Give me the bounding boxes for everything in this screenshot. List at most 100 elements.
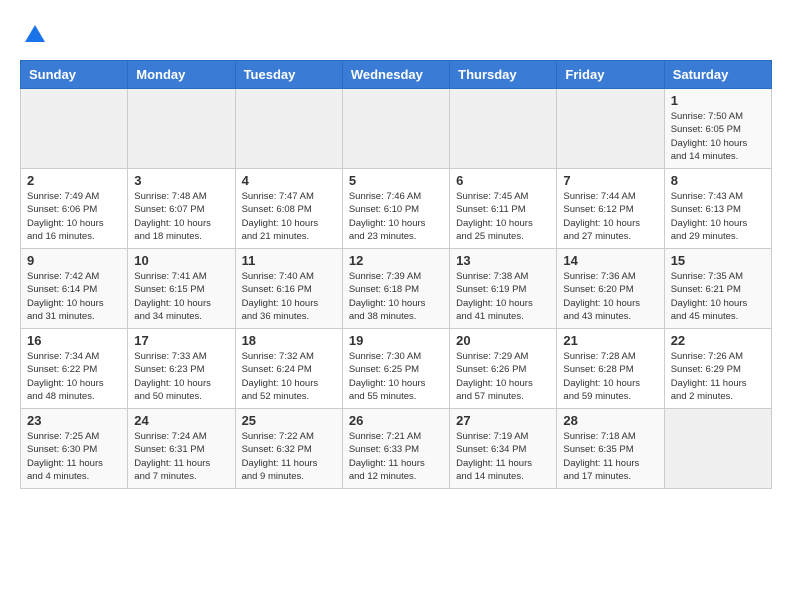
day-number: 12 — [349, 253, 443, 268]
calendar-cell: 2 Sunrise: 7:49 AM Sunset: 6:06 PM Daylig… — [21, 169, 128, 249]
logo — [20, 20, 52, 50]
weekday-header-row: SundayMondayTuesdayWednesdayThursdayFrid… — [21, 61, 772, 89]
calendar-cell: 11 Sunrise: 7:40 AM Sunset: 6:16 PM Dayli… — [235, 249, 342, 329]
day-number: 11 — [242, 253, 336, 268]
day-number: 8 — [671, 173, 765, 188]
day-info: Sunrise: 7:26 AM Sunset: 6:29 PM Dayligh… — [671, 350, 765, 403]
calendar-cell: 27 Sunrise: 7:19 AM Sunset: 6:34 PM Dayli… — [450, 409, 557, 489]
calendar-cell: 13 Sunrise: 7:38 AM Sunset: 6:19 PM Dayli… — [450, 249, 557, 329]
day-number: 21 — [563, 333, 657, 348]
logo-icon — [20, 20, 50, 50]
calendar-cell: 21 Sunrise: 7:28 AM Sunset: 6:28 PM Dayli… — [557, 329, 664, 409]
calendar-cell — [21, 89, 128, 169]
weekday-header-saturday: Saturday — [664, 61, 771, 89]
calendar-cell: 7 Sunrise: 7:44 AM Sunset: 6:12 PM Daylig… — [557, 169, 664, 249]
day-number: 3 — [134, 173, 228, 188]
calendar-cell: 22 Sunrise: 7:26 AM Sunset: 6:29 PM Dayli… — [664, 329, 771, 409]
day-info: Sunrise: 7:44 AM Sunset: 6:12 PM Dayligh… — [563, 190, 657, 243]
calendar-cell: 26 Sunrise: 7:21 AM Sunset: 6:33 PM Dayli… — [342, 409, 449, 489]
day-info: Sunrise: 7:34 AM Sunset: 6:22 PM Dayligh… — [27, 350, 121, 403]
day-info: Sunrise: 7:49 AM Sunset: 6:06 PM Dayligh… — [27, 190, 121, 243]
day-info: Sunrise: 7:24 AM Sunset: 6:31 PM Dayligh… — [134, 430, 228, 483]
calendar-cell — [664, 409, 771, 489]
calendar-cell: 16 Sunrise: 7:34 AM Sunset: 6:22 PM Dayli… — [21, 329, 128, 409]
calendar-cell: 19Sunrise: 7:30 AM Sunset: 6:25 PM Dayli… — [342, 329, 449, 409]
day-info: Sunrise: 7:33 AM Sunset: 6:23 PM Dayligh… — [134, 350, 228, 403]
calendar-cell: 6 Sunrise: 7:45 AM Sunset: 6:11 PM Daylig… — [450, 169, 557, 249]
calendar-cell — [450, 89, 557, 169]
weekday-header-monday: Monday — [128, 61, 235, 89]
weekday-header-thursday: Thursday — [450, 61, 557, 89]
calendar-cell: 28Sunrise: 7:18 AM Sunset: 6:35 PM Dayli… — [557, 409, 664, 489]
day-number: 26 — [349, 413, 443, 428]
day-info: Sunrise: 7:45 AM Sunset: 6:11 PM Dayligh… — [456, 190, 550, 243]
calendar-table: SundayMondayTuesdayWednesdayThursdayFrid… — [20, 60, 772, 489]
day-number: 9 — [27, 253, 121, 268]
day-number: 18 — [242, 333, 336, 348]
calendar-cell: 1 Sunrise: 7:50 AM Sunset: 6:05 PM Daylig… — [664, 89, 771, 169]
weekday-header-wednesday: Wednesday — [342, 61, 449, 89]
calendar-cell: 10 Sunrise: 7:41 AM Sunset: 6:15 PM Dayli… — [128, 249, 235, 329]
day-info: Sunrise: 7:38 AM Sunset: 6:19 PM Dayligh… — [456, 270, 550, 323]
day-number: 20 — [456, 333, 550, 348]
day-info: Sunrise: 7:30 AM Sunset: 6:25 PM Dayligh… — [349, 350, 443, 403]
day-number: 10 — [134, 253, 228, 268]
day-number: 1 — [671, 93, 765, 108]
calendar-cell: 25 Sunrise: 7:22 AM Sunset: 6:32 PM Dayli… — [235, 409, 342, 489]
calendar-cell: 3 Sunrise: 7:48 AM Sunset: 6:07 PM Daylig… — [128, 169, 235, 249]
day-info: Sunrise: 7:25 AM Sunset: 6:30 PM Dayligh… — [27, 430, 121, 483]
day-info: Sunrise: 7:43 AM Sunset: 6:13 PM Dayligh… — [671, 190, 765, 243]
calendar-cell: 15 Sunrise: 7:35 AM Sunset: 6:21 PM Dayli… — [664, 249, 771, 329]
day-info: Sunrise: 7:40 AM Sunset: 6:16 PM Dayligh… — [242, 270, 336, 323]
day-info: Sunrise: 7:21 AM Sunset: 6:33 PM Dayligh… — [349, 430, 443, 483]
day-number: 22 — [671, 333, 765, 348]
calendar-week-row: 1 Sunrise: 7:50 AM Sunset: 6:05 PM Daylig… — [21, 89, 772, 169]
calendar-cell: 17 Sunrise: 7:33 AM Sunset: 6:23 PM Dayli… — [128, 329, 235, 409]
weekday-header-friday: Friday — [557, 61, 664, 89]
weekday-header-sunday: Sunday — [21, 61, 128, 89]
calendar-cell: 24 Sunrise: 7:24 AM Sunset: 6:31 PM Dayli… — [128, 409, 235, 489]
day-number: 25 — [242, 413, 336, 428]
day-number: 27 — [456, 413, 550, 428]
calendar-cell: 18 Sunrise: 7:32 AM Sunset: 6:24 PM Dayli… — [235, 329, 342, 409]
page-header — [20, 20, 772, 50]
day-number: 16 — [27, 333, 121, 348]
day-number: 2 — [27, 173, 121, 188]
day-number: 14 — [563, 253, 657, 268]
calendar-cell: 12 Sunrise: 7:39 AM Sunset: 6:18 PM Dayli… — [342, 249, 449, 329]
day-info: Sunrise: 7:39 AM Sunset: 6:18 PM Dayligh… — [349, 270, 443, 323]
calendar-cell — [235, 89, 342, 169]
day-info: Sunrise: 7:41 AM Sunset: 6:15 PM Dayligh… — [134, 270, 228, 323]
day-number: 28 — [563, 413, 657, 428]
calendar-week-row: 2 Sunrise: 7:49 AM Sunset: 6:06 PM Daylig… — [21, 169, 772, 249]
calendar-cell: 8 Sunrise: 7:43 AM Sunset: 6:13 PM Daylig… — [664, 169, 771, 249]
calendar-cell: 23 Sunrise: 7:25 AM Sunset: 6:30 PM Dayli… — [21, 409, 128, 489]
calendar-cell — [342, 89, 449, 169]
day-info: Sunrise: 7:50 AM Sunset: 6:05 PM Dayligh… — [671, 110, 765, 163]
day-info: Sunrise: 7:46 AM Sunset: 6:10 PM Dayligh… — [349, 190, 443, 243]
day-info: Sunrise: 7:32 AM Sunset: 6:24 PM Dayligh… — [242, 350, 336, 403]
day-number: 17 — [134, 333, 228, 348]
day-number: 13 — [456, 253, 550, 268]
day-number: 6 — [456, 173, 550, 188]
calendar-cell: 5Sunrise: 7:46 AM Sunset: 6:10 PM Daylig… — [342, 169, 449, 249]
calendar-cell — [557, 89, 664, 169]
calendar-week-row: 23 Sunrise: 7:25 AM Sunset: 6:30 PM Dayli… — [21, 409, 772, 489]
day-info: Sunrise: 7:22 AM Sunset: 6:32 PM Dayligh… — [242, 430, 336, 483]
day-number: 15 — [671, 253, 765, 268]
day-number: 4 — [242, 173, 336, 188]
calendar-week-row: 9 Sunrise: 7:42 AM Sunset: 6:14 PM Daylig… — [21, 249, 772, 329]
day-info: Sunrise: 7:47 AM Sunset: 6:08 PM Dayligh… — [242, 190, 336, 243]
day-number: 24 — [134, 413, 228, 428]
day-info: Sunrise: 7:42 AM Sunset: 6:14 PM Dayligh… — [27, 270, 121, 323]
day-number: 7 — [563, 173, 657, 188]
day-info: Sunrise: 7:48 AM Sunset: 6:07 PM Dayligh… — [134, 190, 228, 243]
day-info: Sunrise: 7:19 AM Sunset: 6:34 PM Dayligh… — [456, 430, 550, 483]
day-info: Sunrise: 7:28 AM Sunset: 6:28 PM Dayligh… — [563, 350, 657, 403]
calendar-cell: 4 Sunrise: 7:47 AM Sunset: 6:08 PM Daylig… — [235, 169, 342, 249]
day-number: 23 — [27, 413, 121, 428]
weekday-header-tuesday: Tuesday — [235, 61, 342, 89]
day-info: Sunrise: 7:35 AM Sunset: 6:21 PM Dayligh… — [671, 270, 765, 323]
day-info: Sunrise: 7:29 AM Sunset: 6:26 PM Dayligh… — [456, 350, 550, 403]
calendar-cell: 14Sunrise: 7:36 AM Sunset: 6:20 PM Dayli… — [557, 249, 664, 329]
